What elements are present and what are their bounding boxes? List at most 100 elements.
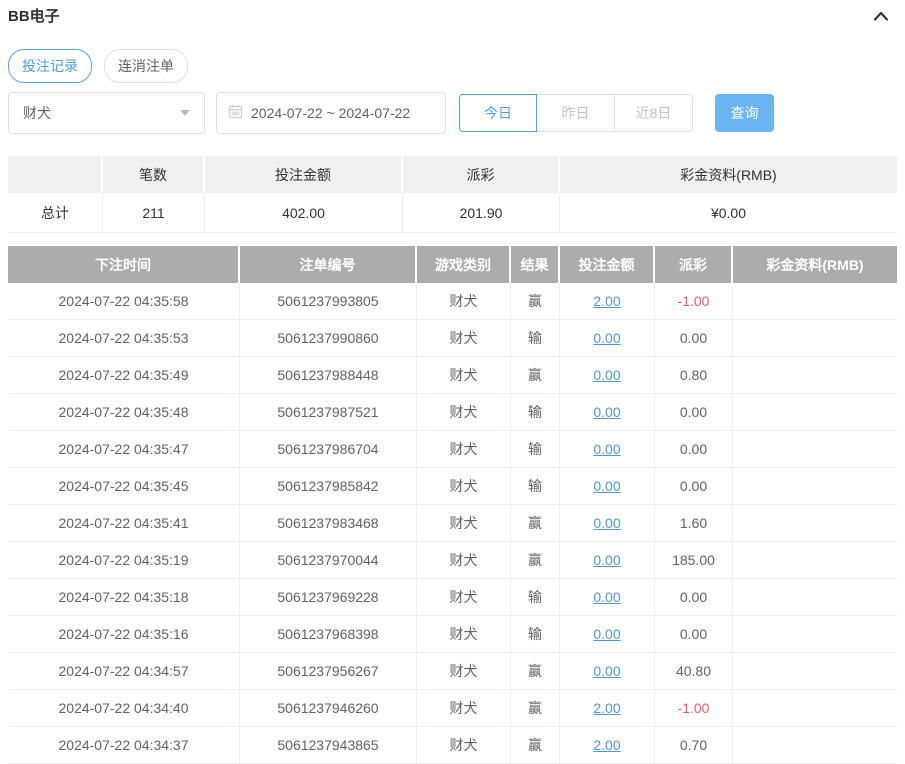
table-row: 2024-07-22 04:35:16 5061237968398 财犬 输 0… xyxy=(8,616,897,653)
order-no-cell: 5061237969228 xyxy=(240,579,417,616)
payout-cell: -1.00 xyxy=(655,690,733,727)
bet-amount-link[interactable]: 0.00 xyxy=(593,589,620,605)
table-row: 2024-07-22 04:35:45 5061237985842 财犬 输 0… xyxy=(8,468,897,505)
bonus-cell xyxy=(733,320,897,357)
records-header-payout: 派彩 xyxy=(655,246,733,283)
bonus-cell xyxy=(733,727,897,764)
tab-cancelled-orders[interactable]: 连消注单 xyxy=(104,49,188,83)
table-row: 2024-07-22 04:35:19 5061237970044 财犬 赢 0… xyxy=(8,542,897,579)
order-no-cell: 5061237986704 xyxy=(240,431,417,468)
summary-total-bonus: ¥0.00 xyxy=(560,193,897,233)
result-cell: 赢 xyxy=(511,653,560,690)
bonus-cell xyxy=(733,468,897,505)
bet-amount-link[interactable]: 2.00 xyxy=(593,293,620,309)
tab-bet-records[interactable]: 投注记录 xyxy=(8,49,92,83)
bet-amount-link[interactable]: 0.00 xyxy=(593,663,620,679)
bet-amount-link[interactable]: 0.00 xyxy=(593,367,620,383)
chevron-up-icon xyxy=(871,11,891,28)
bet-amount-link[interactable]: 2.00 xyxy=(593,737,620,753)
bet-amount-cell: 0.00 xyxy=(560,653,655,690)
order-no-cell: 5061237943865 xyxy=(240,727,417,764)
game-type-cell: 财犬 xyxy=(417,542,511,579)
bet-time-cell: 2024-07-22 04:34:40 xyxy=(8,690,240,727)
query-button[interactable]: 查询 xyxy=(715,94,774,132)
game-type-cell: 财犬 xyxy=(417,357,511,394)
quick-date-group: 今日 昨日 近8日 xyxy=(459,94,693,132)
panel: BB电子 投注记录 连消注单 财犬 2024-07-22 ~ 2024-07-2… xyxy=(0,0,905,764)
game-select[interactable]: 财犬 xyxy=(8,92,205,134)
order-no-cell: 5061237956267 xyxy=(240,653,417,690)
table-row: 2024-07-22 04:35:49 5061237988448 财犬 赢 0… xyxy=(8,357,897,394)
game-type-cell: 财犬 xyxy=(417,283,511,320)
payout-cell: 1.60 xyxy=(655,505,733,542)
quick-today-button[interactable]: 今日 xyxy=(459,94,537,132)
order-no-cell: 5061237988448 xyxy=(240,357,417,394)
payout-cell: 0.80 xyxy=(655,357,733,394)
calendar-icon xyxy=(228,104,243,122)
records-header-row: 下注时间 注单编号 游戏类别 结果 投注金额 派彩 彩金资料(RMB) xyxy=(8,246,897,283)
result-cell: 输 xyxy=(511,394,560,431)
table-row: 2024-07-22 04:34:57 5061237956267 财犬 赢 0… xyxy=(8,653,897,690)
bet-amount-link[interactable]: 0.00 xyxy=(593,441,620,457)
bet-amount-cell: 0.00 xyxy=(560,579,655,616)
records-header-bet-amount: 投注金额 xyxy=(560,246,655,283)
summary-header-payout: 派彩 xyxy=(403,156,560,193)
payout-cell: 0.00 xyxy=(655,579,733,616)
filter-bar: 财犬 2024-07-22 ~ 2024-07-22 今日 昨日 近8日 查询 xyxy=(8,92,897,134)
bet-time-cell: 2024-07-22 04:35:45 xyxy=(8,468,240,505)
quick-yesterday-button[interactable]: 昨日 xyxy=(537,94,615,132)
bet-amount-link[interactable]: 2.00 xyxy=(593,700,620,716)
payout-cell: 0.00 xyxy=(655,320,733,357)
bet-time-cell: 2024-07-22 04:35:58 xyxy=(8,283,240,320)
records-header-order-no: 注单编号 xyxy=(240,246,417,283)
table-row: 2024-07-22 04:35:58 5061237993805 财犬 赢 2… xyxy=(8,283,897,320)
summary-header-bonus: 彩金资料(RMB) xyxy=(560,156,897,193)
quick-last8days-button[interactable]: 近8日 xyxy=(615,94,693,132)
game-type-cell: 财犬 xyxy=(417,505,511,542)
result-cell: 输 xyxy=(511,320,560,357)
bonus-cell xyxy=(733,653,897,690)
game-type-cell: 财犬 xyxy=(417,616,511,653)
payout-cell: 185.00 xyxy=(655,542,733,579)
bet-amount-link[interactable]: 0.00 xyxy=(593,330,620,346)
bet-amount-cell: 2.00 xyxy=(560,283,655,320)
bet-amount-link[interactable]: 0.00 xyxy=(593,515,620,531)
order-no-cell: 5061237987521 xyxy=(240,394,417,431)
bonus-cell xyxy=(733,505,897,542)
order-no-cell: 5061237946260 xyxy=(240,690,417,727)
order-no-cell: 5061237985842 xyxy=(240,468,417,505)
panel-header: BB电子 xyxy=(8,0,897,26)
result-cell: 赢 xyxy=(511,505,560,542)
order-no-cell: 5061237990860 xyxy=(240,320,417,357)
table-row: 2024-07-22 04:35:53 5061237990860 财犬 输 0… xyxy=(8,320,897,357)
bet-amount-link[interactable]: 0.00 xyxy=(593,478,620,494)
date-range-value: 2024-07-22 ~ 2024-07-22 xyxy=(251,105,411,121)
records-tbody: 2024-07-22 04:35:58 5061237993805 财犬 赢 2… xyxy=(8,283,897,764)
payout-cell: 0.70 xyxy=(655,727,733,764)
collapse-button[interactable] xyxy=(871,7,891,25)
date-range-picker[interactable]: 2024-07-22 ~ 2024-07-22 xyxy=(216,92,446,134)
bet-amount-link[interactable]: 0.00 xyxy=(593,626,620,642)
summary-total-bet-amount: 402.00 xyxy=(205,193,403,233)
summary-total-label: 总计 xyxy=(8,193,103,233)
bonus-cell xyxy=(733,394,897,431)
bet-time-cell: 2024-07-22 04:35:41 xyxy=(8,505,240,542)
summary-header-empty xyxy=(8,156,103,193)
summary-total-payout: 201.90 xyxy=(403,193,560,233)
records-header-game-type: 游戏类别 xyxy=(417,246,511,283)
bonus-cell xyxy=(733,542,897,579)
records-header-result: 结果 xyxy=(511,246,560,283)
game-type-cell: 财犬 xyxy=(417,727,511,764)
order-no-cell: 5061237993805 xyxy=(240,283,417,320)
payout-cell: 40.80 xyxy=(655,653,733,690)
result-cell: 赢 xyxy=(511,283,560,320)
bonus-cell xyxy=(733,579,897,616)
bet-amount-link[interactable]: 0.00 xyxy=(593,404,620,420)
order-no-cell: 5061237970044 xyxy=(240,542,417,579)
tab-bar: 投注记录 连消注单 xyxy=(8,49,897,83)
bet-amount-link[interactable]: 0.00 xyxy=(593,552,620,568)
bet-amount-cell: 2.00 xyxy=(560,690,655,727)
bet-amount-cell: 0.00 xyxy=(560,505,655,542)
table-row: 2024-07-22 04:35:47 5061237986704 财犬 输 0… xyxy=(8,431,897,468)
bet-amount-cell: 0.00 xyxy=(560,357,655,394)
